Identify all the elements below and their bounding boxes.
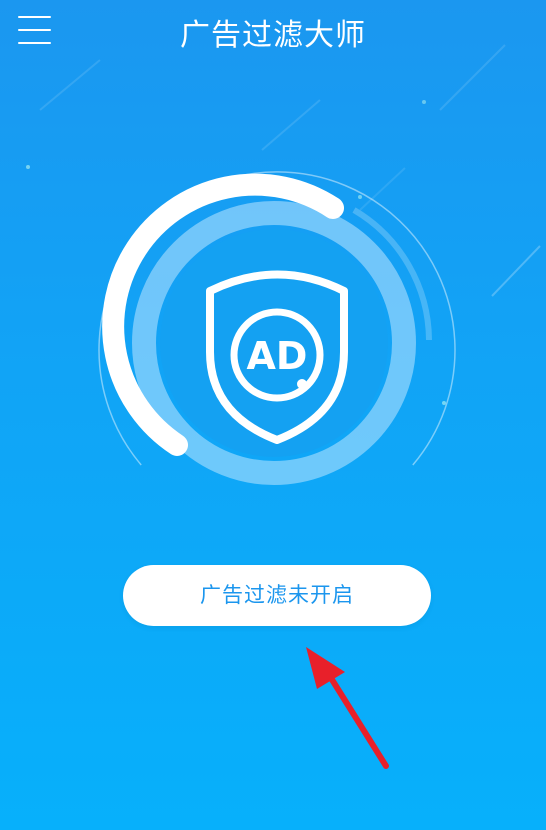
ad-logo-text: AD	[247, 334, 308, 378]
app-screen: 广告过滤大师 AD 广告过滤未开启	[0, 0, 546, 830]
ad-filter-status-button[interactable]: 广告过滤未开启	[123, 565, 431, 626]
filter-gauge: AD	[98, 171, 456, 485]
